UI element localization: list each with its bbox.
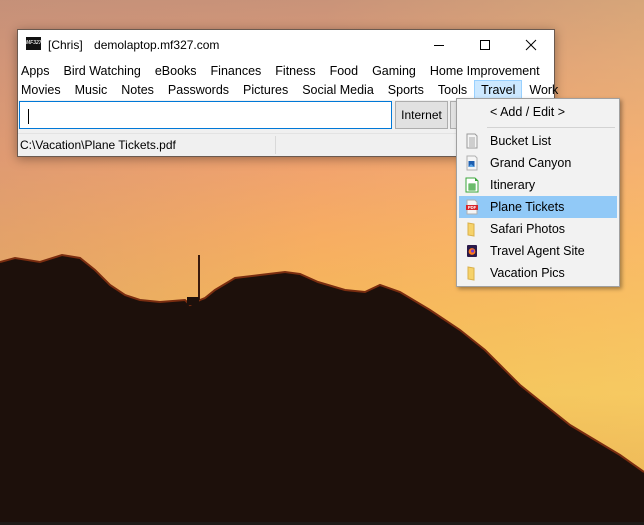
host-label: demolaptop.mf327.com (94, 38, 220, 52)
menu-row-1: Apps Bird Watching eBooks Finances Fitne… (18, 61, 547, 80)
text-document-icon (466, 133, 478, 149)
menu-fitness[interactable]: Fitness (268, 61, 322, 80)
menu-tools[interactable]: Tools (431, 80, 474, 99)
svg-text:PDF: PDF (468, 205, 477, 210)
close-button[interactable] (508, 30, 554, 60)
menu-food[interactable]: Food (323, 61, 366, 80)
menu-work[interactable]: Work (522, 80, 565, 99)
menu-separator (487, 127, 615, 128)
travel-dropdown-menu: < Add / Edit > Bucket List Grand Canyon … (456, 98, 620, 287)
menu-social-media[interactable]: Social Media (295, 80, 381, 99)
item-label: Plane Tickets (490, 200, 565, 214)
menu-finances[interactable]: Finances (204, 61, 269, 80)
menu-movies[interactable]: Movies (18, 80, 68, 99)
item-label: Bucket List (490, 134, 552, 148)
menu-pictures[interactable]: Pictures (236, 80, 295, 99)
user-label: [Chris] (48, 38, 83, 52)
firefox-icon (467, 245, 477, 257)
window-title: [Chris] demolaptop.mf327.com (48, 38, 219, 52)
menu-gaming[interactable]: Gaming (365, 61, 423, 80)
minimize-icon (434, 45, 444, 46)
menu-bird-watching[interactable]: Bird Watching (57, 61, 148, 80)
app-logo-icon: MF327 (26, 37, 42, 50)
menu-passwords[interactable]: Passwords (161, 80, 236, 99)
menu-sports[interactable]: Sports (381, 80, 431, 99)
maximize-button[interactable] (462, 30, 508, 60)
dropdown-item-travel-agent-site[interactable]: Travel Agent Site (459, 240, 617, 262)
menu-ebooks[interactable]: eBooks (148, 61, 204, 80)
menu-notes[interactable]: Notes (114, 80, 161, 99)
item-label: Safari Photos (490, 222, 566, 236)
dropdown-item-vacation-pics[interactable]: Vacation Pics (459, 262, 617, 284)
search-input[interactable] (19, 101, 392, 129)
item-label: Vacation Pics (490, 266, 565, 280)
folder-icon (467, 266, 475, 281)
dropdown-item-bucket-list[interactable]: Bucket List (459, 130, 617, 152)
minimize-button[interactable] (416, 30, 462, 60)
menu-travel[interactable]: Travel (474, 80, 523, 99)
item-label: Itinerary (490, 178, 536, 192)
internet-button[interactable]: Internet (395, 101, 448, 129)
dropdown-item-grand-canyon[interactable]: Grand Canyon (459, 152, 617, 174)
item-label: Travel Agent Site (490, 244, 585, 258)
menu-row-2: Movies Music Notes Passwords Pictures So… (18, 80, 565, 99)
dropdown-item-plane-tickets[interactable]: PDF Plane Tickets (459, 196, 617, 218)
dropdown-item-itinerary[interactable]: Itinerary (459, 174, 617, 196)
status-divider (275, 136, 276, 154)
menu-home-improvement[interactable]: Home Improvement (423, 61, 547, 80)
item-label: Grand Canyon (490, 156, 572, 170)
menu-apps[interactable]: Apps (18, 61, 57, 80)
add-edit-label: < Add / Edit > (490, 105, 566, 119)
maximize-icon (480, 40, 490, 50)
category-menubar: Apps Bird Watching eBooks Finances Fitne… (18, 60, 558, 100)
image-file-icon (466, 155, 478, 171)
dropdown-item-safari-photos[interactable]: Safari Photos (459, 218, 617, 240)
title-bar[interactable]: MF327 [Chris] demolaptop.mf327.com (18, 30, 554, 60)
spreadsheet-icon (465, 177, 479, 193)
pdf-icon: PDF (466, 199, 478, 215)
menu-music[interactable]: Music (68, 80, 115, 99)
status-path: C:\Vacation\Plane Tickets.pdf (20, 138, 176, 152)
folder-icon (467, 222, 475, 237)
close-icon (525, 39, 537, 51)
dropdown-add-edit[interactable]: < Add / Edit > (459, 101, 617, 123)
text-caret (28, 109, 29, 124)
